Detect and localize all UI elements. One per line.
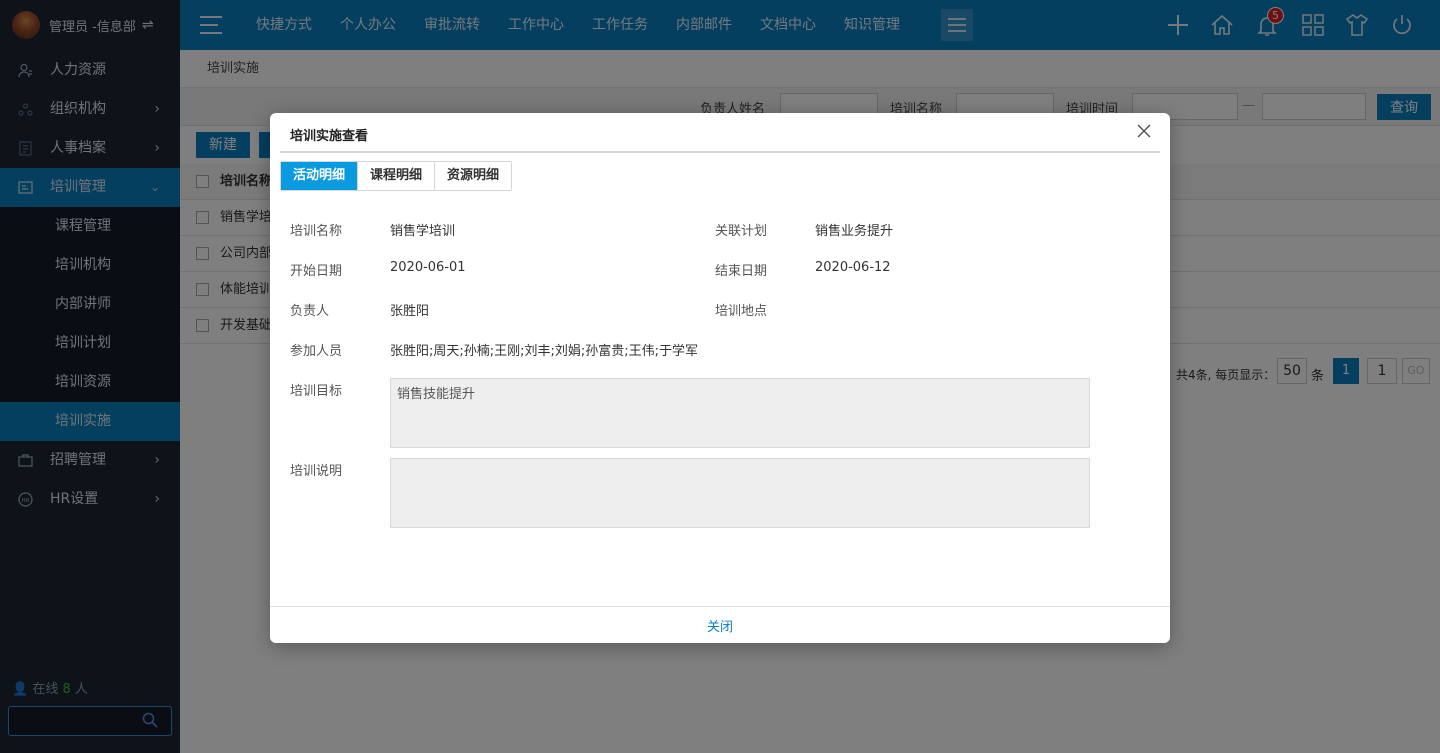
members-label: 参加人员 [290, 344, 343, 359]
related-plan-label: 关联计划 [715, 224, 768, 239]
training-desc-label: 培训说明 [290, 464, 343, 479]
close-icon[interactable] [1136, 123, 1152, 139]
training-view-modal: 培训实施查看 活动明细 课程明细 资源明细 培训名称 销售学培训 关联计划 销售… [270, 113, 1170, 643]
owner-value: 张胜阳 [390, 304, 430, 319]
modal-title: 培训实施查看 [290, 129, 369, 144]
members-value: 张胜阳;周天;孙楠;王刚;刘丰;刘娟;孙富贵;王伟;于学军 [390, 344, 699, 359]
modal-tabs: 活动明细 课程明细 资源明细 [280, 161, 513, 191]
close-button[interactable]: 关闭 [270, 616, 1170, 635]
training-goal-textarea[interactable]: 销售技能提升 [390, 378, 1090, 448]
training-name-value: 销售学培训 [390, 224, 456, 239]
training-place-label: 培训地点 [715, 304, 768, 319]
start-date-value: 2020-06-01 [390, 260, 466, 275]
modal-footer-divider [270, 606, 1170, 607]
tab-activity-details[interactable]: 活动明细 [281, 162, 359, 190]
tab-resource-details[interactable]: 资源明细 [435, 162, 512, 190]
tab-course-details[interactable]: 课程明细 [358, 162, 436, 190]
training-name-label: 培训名称 [290, 224, 343, 239]
training-goal-label: 培训目标 [290, 384, 343, 399]
modal-divider [280, 151, 1160, 153]
training-desc-textarea[interactable] [390, 458, 1090, 528]
end-date-value: 2020-06-12 [815, 260, 891, 275]
start-date-label: 开始日期 [290, 264, 343, 279]
related-plan-value: 销售业务提升 [815, 224, 894, 239]
end-date-label: 结束日期 [715, 264, 768, 279]
owner-label: 负责人 [290, 304, 330, 319]
